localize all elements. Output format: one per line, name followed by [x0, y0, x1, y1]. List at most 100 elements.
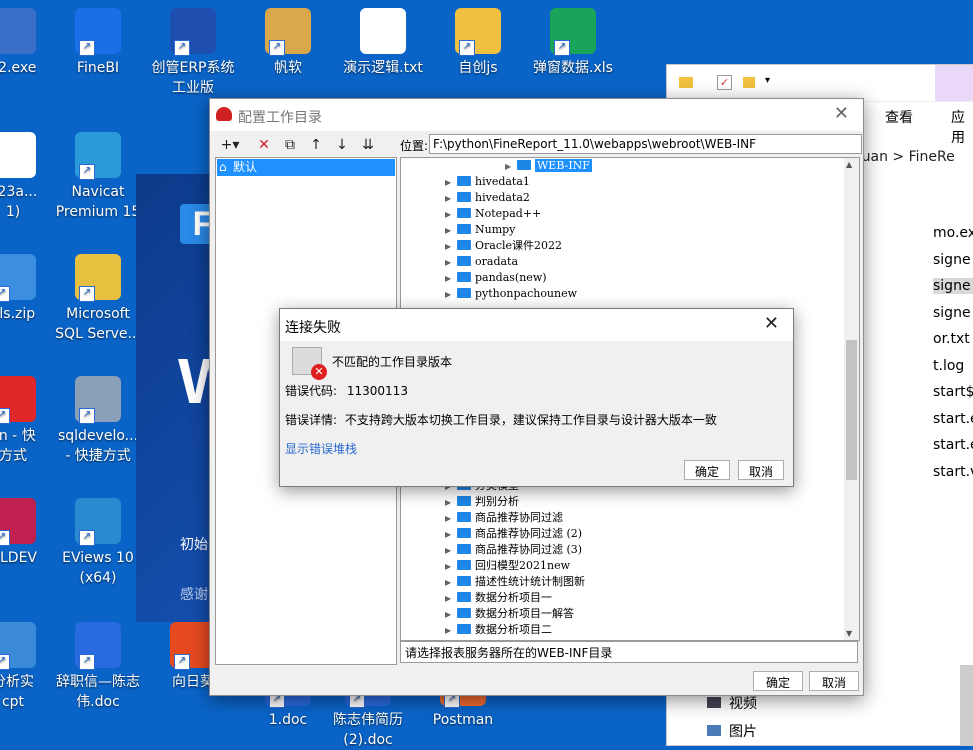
expand-arrow-icon[interactable]: ▶: [445, 511, 457, 527]
show-stack-link[interactable]: 显示错误堆栈: [285, 440, 357, 457]
tree-folder-row[interactable]: ▶ 回归模型2021new: [445, 558, 570, 574]
close-icon[interactable]: ✕: [834, 103, 849, 124]
scroll-down-icon[interactable]: ▼: [846, 629, 852, 638]
move-up-icon[interactable]: ↑: [306, 137, 326, 153]
tree-folder-row[interactable]: ▶ hivedata1: [445, 174, 530, 190]
tree-folder-row[interactable]: ▶ oradata: [445, 254, 518, 270]
tree-folder-row[interactable]: ▶ Numpy: [445, 222, 515, 238]
nav-item-pictures[interactable]: 图片: [707, 721, 757, 741]
tree-folder-row[interactable]: ▶ 商品推荐协同过滤: [445, 510, 563, 526]
folder-icon: [457, 624, 471, 634]
tree-folder-row[interactable]: ▶ pandas(new): [445, 270, 547, 286]
desktop-icon[interactable]: ↗ 创管ERP系统 工业版: [150, 8, 236, 98]
expand-arrow-icon[interactable]: ▶: [445, 239, 457, 255]
cancel-button[interactable]: 取消: [809, 671, 859, 691]
tree-folder-row[interactable]: ▶ 描述性统计统计制图新: [445, 574, 585, 590]
desktop-icon[interactable]: ↗ 分析实 cpt: [0, 622, 56, 712]
desktop-icon[interactable]: ↗ 帆软: [245, 8, 331, 78]
explorer-scrollbar[interactable]: [960, 665, 973, 745]
tree-folder-row[interactable]: ▶ 商品推荐协同过滤 (3): [445, 542, 582, 558]
tree-folder-row[interactable]: ▶ hivedata2: [445, 190, 530, 206]
close-icon[interactable]: ✕: [764, 313, 779, 334]
desktop-icon[interactable]: ↗ Navicat Premium 15: [55, 132, 141, 222]
tree-folder-row[interactable]: ▶ WEB-INF: [505, 158, 592, 174]
expand-arrow-icon[interactable]: ▶: [445, 223, 457, 239]
tree-folder-row[interactable]: ▶ 判别分析: [445, 494, 519, 510]
desktop-icon-label: 演示逻辑.txt: [343, 60, 423, 76]
tree-folder-row[interactable]: ▶ Oracle课件2022: [445, 238, 562, 254]
expand-arrow-icon[interactable]: ▶: [445, 623, 457, 639]
desktop-icon-label: o2.exe: [0, 60, 37, 76]
expand-arrow-icon[interactable]: ▶: [445, 271, 457, 287]
copy-icon[interactable]: ⧉: [280, 137, 300, 153]
expand-arrow-icon[interactable]: ▶: [445, 591, 457, 607]
desktop-icon[interactable]: d23a... 1): [0, 132, 56, 222]
delete-icon[interactable]: ✕: [254, 137, 274, 153]
tree-folder-row[interactable]: ▶ 数据分析项目一解答: [445, 606, 574, 622]
expand-arrow-icon[interactable]: ▶: [445, 255, 457, 271]
desktop-icon[interactable]: ↗ ols.zip: [0, 254, 56, 324]
tree-folder-row[interactable]: ▶ 商品推荐协同过滤 (2): [445, 526, 582, 542]
file-item[interactable]: mo.ex: [933, 225, 973, 241]
ribbon-tab-view[interactable]: 查看: [885, 107, 913, 127]
ok-button[interactable]: 确定: [753, 671, 803, 691]
desktop-icon[interactable]: o2.exe: [0, 8, 56, 78]
file-item[interactable]: signe: [933, 305, 973, 321]
tree-folder-label: 商品推荐协同过滤 (3): [475, 543, 583, 556]
chevron-down-icon[interactable]: ▾: [765, 75, 770, 86]
tree-folder-row[interactable]: ▶ 数据分析项目一: [445, 590, 552, 606]
desktop-icon-label: 弹窗数据.xls: [533, 60, 613, 76]
file-item[interactable]: start.e: [933, 411, 973, 427]
app-icon: ↗: [0, 376, 36, 424]
scroll-thumb[interactable]: [846, 340, 857, 480]
desktop-icon[interactable]: ↗ EViews 10 (x64): [55, 498, 141, 588]
workdir-item-default[interactable]: ⌂ 默认: [217, 159, 395, 176]
finebi-icon: ↗: [75, 8, 121, 56]
desktop-icon[interactable]: ↗ on - 快方式: [0, 376, 56, 466]
expand-arrow-icon[interactable]: ▶: [445, 543, 457, 559]
desktop-icon[interactable]: ↗ Microsoft SQL Serve...: [55, 254, 141, 344]
expand-arrow-icon[interactable]: ▶: [445, 527, 457, 543]
path-input[interactable]: F:\python\FineReport_11.0\webapps\webroo…: [429, 134, 862, 154]
desktop-icon[interactable]: 演示逻辑.txt: [340, 8, 426, 78]
expand-arrow-icon[interactable]: ▶: [505, 159, 517, 175]
error-cancel-button[interactable]: 取消: [738, 460, 784, 480]
expand-arrow-icon[interactable]: ▶: [445, 287, 457, 303]
scroll-up-icon[interactable]: ▲: [846, 160, 852, 169]
tree-folder-row[interactable]: ▶ 数据分析项目二: [445, 622, 552, 638]
expand-arrow-icon[interactable]: ▶: [445, 495, 457, 511]
tree-folder-row[interactable]: ▶ pythonpachounew: [445, 286, 577, 302]
tree-scrollbar[interactable]: ▲ ▼: [844, 158, 859, 640]
expand-arrow-icon[interactable]: ▶: [445, 607, 457, 623]
dialog-titlebar: 配置工作目录 ✕: [210, 99, 863, 131]
expand-arrow-icon[interactable]: ▶: [445, 207, 457, 223]
file-item[interactable]: signe: [933, 252, 973, 268]
expand-arrow-icon[interactable]: ▶: [445, 191, 457, 207]
desktop-icon[interactable]: ↗ 弹窗数据.xls: [530, 8, 616, 78]
checkbox-icon[interactable]: ✓: [717, 75, 732, 90]
file-item[interactable]: signe: [933, 278, 973, 294]
error-ok-button[interactable]: 确定: [684, 460, 730, 480]
move-down-icon[interactable]: ↓: [332, 137, 352, 153]
expand-arrow-icon[interactable]: ▶: [445, 559, 457, 575]
desktop-icon-label: EViews 10: [62, 550, 134, 566]
shortcut-arrow-icon: ↗: [79, 654, 95, 670]
file-item[interactable]: or.txt: [933, 331, 973, 347]
desktop-icon[interactable]: ↗ sqldevelo... - 快捷方式: [55, 376, 141, 466]
tree-folder-row[interactable]: ▶ Notepad++: [445, 206, 541, 222]
add-icon[interactable]: +▾: [220, 137, 240, 153]
desktop-icon[interactable]: ↗ FineBI: [55, 8, 141, 78]
ribbon-tab-app[interactable]: 应用: [951, 107, 973, 147]
file-item[interactable]: start.e: [933, 437, 973, 453]
desktop-icon[interactable]: ↗ QLDEV: [0, 498, 56, 568]
sort-icon[interactable]: ⇊: [358, 137, 378, 153]
nav-item-videos[interactable]: 视频: [707, 693, 757, 713]
file-item[interactable]: start.v: [933, 464, 973, 480]
expand-arrow-icon[interactable]: ▶: [445, 575, 457, 591]
file-item[interactable]: start$: [933, 384, 973, 400]
expand-arrow-icon[interactable]: ▶: [445, 175, 457, 191]
desktop-icon[interactable]: ↗ 辞职信—陈志 伟.doc: [55, 622, 141, 712]
file-item[interactable]: t.log: [933, 358, 973, 374]
desktop-icon[interactable]: ↗ 自创js: [435, 8, 521, 78]
tree-folder-label: 数据分析项目一解答: [475, 607, 574, 620]
